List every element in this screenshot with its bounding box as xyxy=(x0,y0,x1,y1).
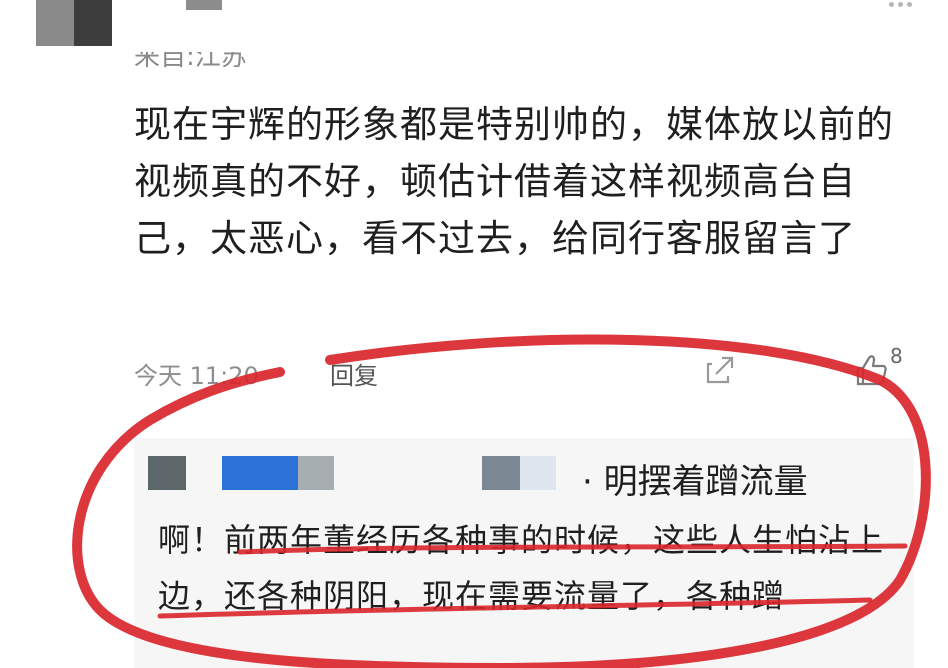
reply-title: · 明摆着蹭流量 xyxy=(582,462,808,502)
comment-timestamp: 今天 11:20 xyxy=(134,362,259,390)
location-text: 来自:江苏 xyxy=(134,52,247,72)
like-count: 8 xyxy=(890,344,903,368)
reply-body: 啊！前两年董经历各种事的时候，这些人生怕沾上边，还各种阴阳，现在需要流量了，各种… xyxy=(158,521,885,615)
thumbs-up-icon[interactable] xyxy=(854,352,890,388)
reply-avatar-blur[interactable] xyxy=(148,456,186,490)
avatar[interactable] xyxy=(36,0,112,46)
avatar-blur-left xyxy=(36,0,74,46)
location-label: 来自:江苏 xyxy=(134,52,294,72)
reply-username-blur[interactable] xyxy=(222,456,298,490)
reply-target-blur-2 xyxy=(520,456,556,490)
share-icon[interactable] xyxy=(704,354,736,386)
avatar-blur-right xyxy=(74,0,112,46)
reply-box: · 明摆着蹭流量 啊！前两年董经历各种事的时候，这些人生怕沾上边，还各种阴阳，现… xyxy=(134,438,914,668)
comment-text: 现在宇辉的形象都是特别帅的，媒体放以前的视频真的不好，顿估计借着这样视频高台自己… xyxy=(134,103,894,260)
reply-button[interactable]: 回复 xyxy=(330,356,378,391)
reply-username-blur-2 xyxy=(298,456,334,490)
comment-meta-row: 今天 11:20 回复 8 xyxy=(134,344,914,394)
more-icon[interactable] xyxy=(889,2,912,7)
reply-target-blur[interactable] xyxy=(482,456,520,490)
username-blurred[interactable] xyxy=(186,0,222,10)
